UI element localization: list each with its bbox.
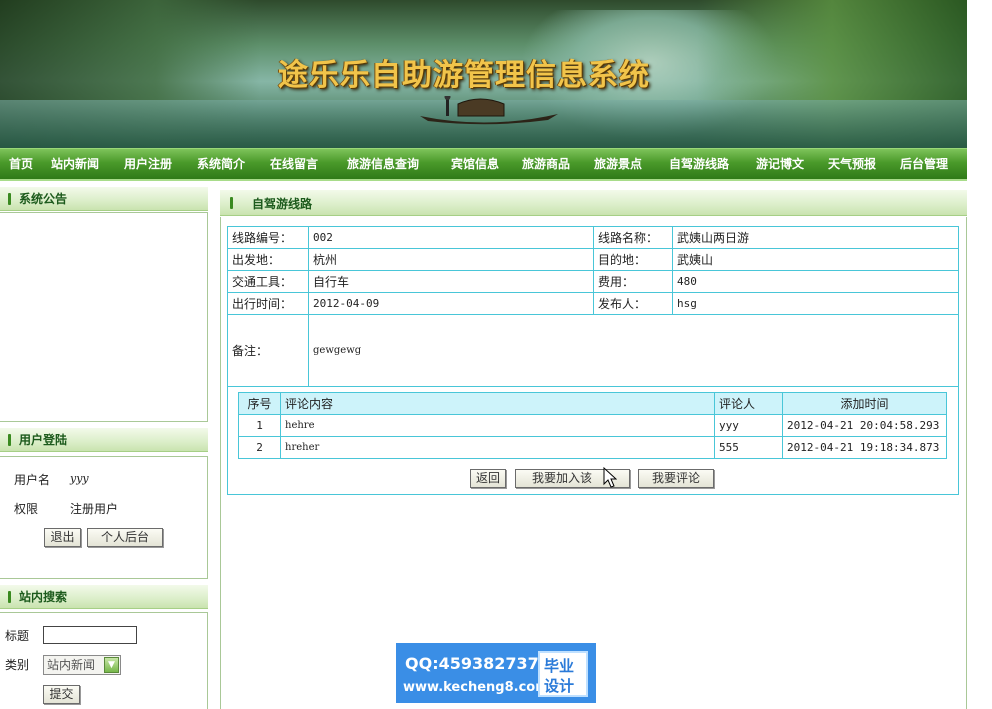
cost-value: 480 xyxy=(672,270,959,293)
bullet-icon xyxy=(230,197,233,209)
nav-item-admin[interactable]: 后台管理 xyxy=(900,149,948,180)
category-label: 类别 xyxy=(5,658,30,672)
destination-label: 目的地： xyxy=(593,248,673,271)
destination-value: 武姨山 xyxy=(672,248,959,271)
origin-value: 杭州 xyxy=(308,248,594,271)
notice-panel xyxy=(0,212,208,422)
personal-backend-button[interactable]: 个人后台 xyxy=(87,528,163,547)
main-nav: 首页 站内新闻 用户注册 系统简介 在线留言 旅游信息查询 宾馆信息 旅游商品 … xyxy=(0,148,967,181)
route-no-label: 线路编号： xyxy=(227,226,309,249)
search-title-input[interactable] xyxy=(43,626,137,644)
bullet-icon xyxy=(8,591,11,603)
search-header: 站内搜索 xyxy=(0,585,208,609)
transport-value: 自行车 xyxy=(308,270,594,293)
table-row: 1 hehre yyy 2012-04-21 20:04:58.293 xyxy=(238,414,947,437)
publisher-value: hsg xyxy=(672,292,959,315)
bullet-icon xyxy=(8,434,11,446)
detail-row: 备注： gewgewg xyxy=(227,314,959,387)
back-button[interactable]: 返回 xyxy=(470,469,506,488)
logout-button[interactable]: 退出 xyxy=(44,528,81,547)
watermark-badge: 毕业 设计 xyxy=(538,651,588,697)
remark-label: 备注： xyxy=(227,314,309,387)
role-value: 注册用户 xyxy=(70,502,119,516)
col-header-content: 评论内容 xyxy=(280,392,715,415)
route-name-value: 武姨山两日游 xyxy=(672,226,959,249)
category-selected: 站内新闻 xyxy=(47,658,96,672)
add-comment-button[interactable]: 我要评论 xyxy=(638,469,714,488)
routes-header: 自驾游线路 xyxy=(220,190,967,216)
login-panel: 用户名 yyy 权限 注册用户 退出 个人后台 xyxy=(0,456,208,579)
comment-user: yyy xyxy=(714,414,783,437)
search-panel: 标题 类别 站内新闻 ▼ 提交 xyxy=(0,612,208,709)
nav-item-scenic[interactable]: 旅游景点 xyxy=(594,149,642,180)
title-label: 标题 xyxy=(5,629,30,643)
table-row: 2 hreher 555 2012-04-21 19:18:34.873 xyxy=(238,436,947,459)
nav-item-blog[interactable]: 游记博文 xyxy=(756,149,804,180)
watermark-qq: QQ:459382737 xyxy=(405,654,539,673)
nav-item-hotel[interactable]: 宾馆信息 xyxy=(451,149,499,180)
route-detail-table: 线路编号： 002 线路名称： 武姨山两日游 出发地： 杭州 目的地： 武姨山 … xyxy=(227,226,959,387)
col-header-user: 评论人 xyxy=(714,392,783,415)
username-label: 用户名 xyxy=(14,473,51,487)
search-submit-button[interactable]: 提交 xyxy=(43,685,80,704)
nav-item-news[interactable]: 站内新闻 xyxy=(51,149,99,180)
section-title: 自驾游线路 xyxy=(252,197,313,211)
remark-value: gewgewg xyxy=(308,314,959,387)
search-title: 站内搜索 xyxy=(19,590,68,604)
nav-item-home[interactable]: 首页 xyxy=(9,149,33,180)
origin-label: 出发地： xyxy=(227,248,309,271)
boat-illustration xyxy=(420,96,558,125)
detail-row: 出行时间： 2012-04-09 发布人： hsg xyxy=(227,292,959,315)
watermark-url: www.kecheng8.com xyxy=(403,680,549,695)
publisher-label: 发布人： xyxy=(593,292,673,315)
comments-table: 序号 评论内容 评论人 添加时间 1 hehre yyy 2012-04-21 … xyxy=(238,392,947,459)
category-select[interactable]: 站内新闻 ▼ xyxy=(43,655,121,675)
nav-item-routes[interactable]: 自驾游线路 xyxy=(669,149,729,180)
route-name-label: 线路名称： xyxy=(593,226,673,249)
depart-time-label: 出行时间： xyxy=(227,292,309,315)
comments-header-row: 序号 评论内容 评论人 添加时间 xyxy=(238,392,947,415)
badge-line1: 毕业 xyxy=(544,657,575,675)
role-label: 权限 xyxy=(14,502,39,516)
chevron-down-icon: ▼ xyxy=(104,657,119,673)
nav-item-register[interactable]: 用户注册 xyxy=(124,149,172,180)
comment-time: 2012-04-21 19:18:34.873 xyxy=(782,436,947,459)
nav-item-message[interactable]: 在线留言 xyxy=(270,149,318,180)
notice-title: 系统公告 xyxy=(19,192,68,206)
transport-label: 交通工具： xyxy=(227,270,309,293)
depart-time-value: 2012-04-09 xyxy=(308,292,594,315)
comment-content: hreher xyxy=(280,436,715,459)
nav-item-goods[interactable]: 旅游商品 xyxy=(522,149,570,180)
watermark: QQ:459382737 www.kecheng8.com 毕业 设计 xyxy=(396,643,596,703)
route-no-value: 002 xyxy=(308,226,594,249)
comment-user: 555 xyxy=(714,436,783,459)
comment-no: 1 xyxy=(238,414,281,437)
site-title: 途乐乐自助游管理信息系统 xyxy=(278,58,650,93)
login-title: 用户登陆 xyxy=(19,433,68,447)
col-header-no: 序号 xyxy=(238,392,281,415)
comment-no: 2 xyxy=(238,436,281,459)
nav-item-weather[interactable]: 天气预报 xyxy=(828,149,876,180)
nav-item-about[interactable]: 系统简介 xyxy=(197,149,245,180)
badge-line2: 设计 xyxy=(544,677,575,695)
detail-row: 出发地： 杭州 目的地： 武姨山 xyxy=(227,248,959,271)
cost-label: 费用： xyxy=(593,270,673,293)
col-header-time: 添加时间 xyxy=(782,392,947,415)
detail-row: 线路编号： 002 线路名称： 武姨山两日游 xyxy=(227,226,959,249)
site-banner: 途乐乐自助游管理信息系统 xyxy=(0,0,967,148)
login-header: 用户登陆 xyxy=(0,428,208,452)
notice-header: 系统公告 xyxy=(0,187,208,211)
comment-time: 2012-04-21 20:04:58.293 xyxy=(782,414,947,437)
detail-row: 交通工具： 自行车 费用： 480 xyxy=(227,270,959,293)
bullet-icon xyxy=(8,193,11,205)
nav-item-travel-info[interactable]: 旅游信息查询 xyxy=(347,149,419,180)
comment-content: hehre xyxy=(280,414,715,437)
mouse-cursor-icon xyxy=(603,467,617,488)
username-value: yyy xyxy=(70,472,89,485)
